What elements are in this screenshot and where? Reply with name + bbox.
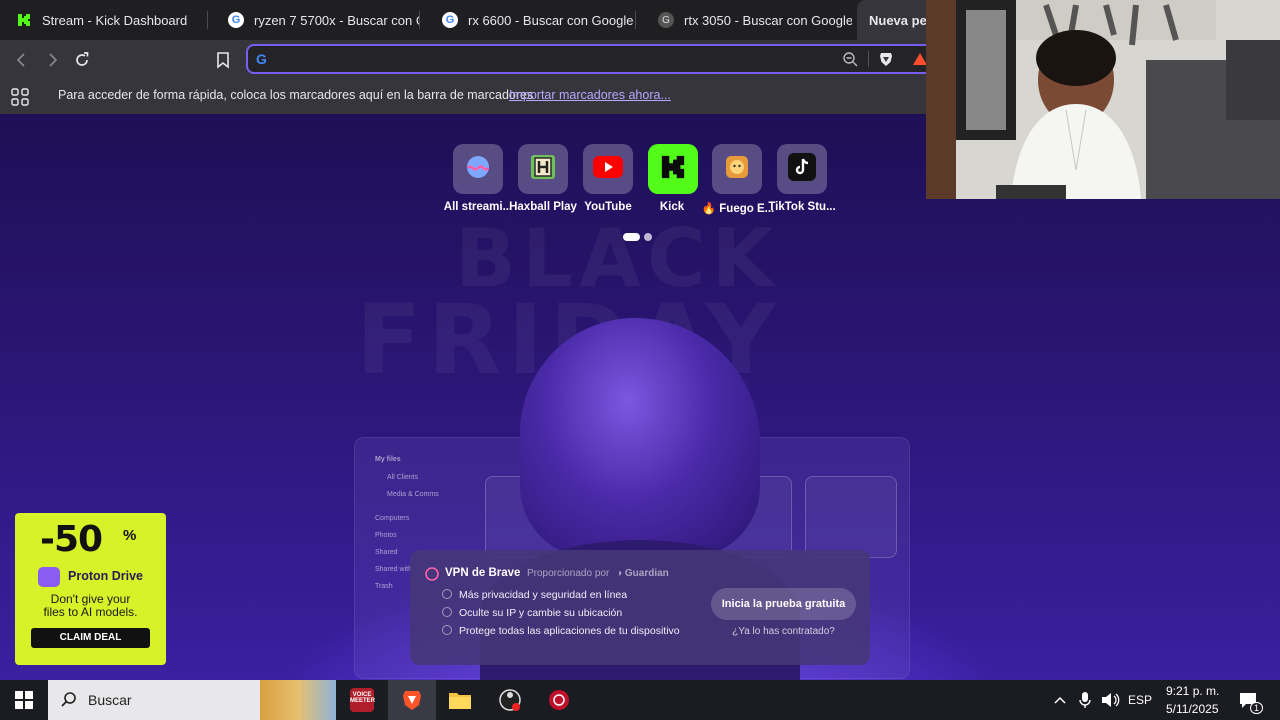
vpn-feature: Protege todas las aplicaciones de tu dis… [442, 625, 680, 637]
brave-vpn-card: VPN de Brave Proporcionado por ◑ Guardia… [410, 550, 870, 665]
files-item: My files [375, 456, 401, 463]
tab-title: rx 6600 - Buscar con Google [468, 12, 634, 28]
fuego-icon [724, 154, 750, 185]
shortcut-tiktok-studio[interactable] [777, 144, 827, 194]
check-icon [442, 607, 452, 617]
file-explorer-icon[interactable] [448, 688, 472, 712]
start-trial-button[interactable]: Inicia la prueba gratuita [711, 588, 856, 620]
promo-discount: -50 [40, 519, 103, 560]
tab-title: Stream - Kick Dashboard [42, 12, 188, 28]
tab-rx6600-search[interactable]: G rx 6600 - Buscar con Google [426, 0, 636, 40]
back-icon[interactable] [10, 48, 34, 72]
shortcut-label: TikTok Stu... [768, 201, 836, 213]
microphone-icon[interactable] [1078, 691, 1092, 714]
guardian-shield-icon: ◑ [616, 568, 623, 579]
vpn-provider-label: Proporcionado por ◑ Guardian [527, 568, 669, 579]
apps-grid-icon[interactable] [11, 88, 29, 109]
youtube-icon [593, 155, 623, 183]
vpn-shield-icon [425, 567, 439, 586]
tab-ryzen-search[interactable]: G ryzen 7 5700x - Buscar con Goo [212, 0, 420, 40]
language-indicator[interactable]: ESP [1128, 693, 1152, 707]
tab-rtx3050-search[interactable]: G rtx 3050 - Buscar con Google [642, 0, 852, 40]
clock-time[interactable]: 9:21 p. m. [1166, 684, 1219, 698]
webcam-scene [926, 0, 1280, 199]
shortcut-kick[interactable] [648, 144, 698, 194]
webcam-overlay [926, 0, 1280, 199]
shortcut-haxball[interactable] [518, 144, 568, 194]
brave-browser-icon[interactable] [400, 688, 424, 712]
promo-percent: % [123, 527, 137, 544]
tiktok-icon [788, 152, 816, 186]
files-item: Photos [375, 532, 397, 539]
shortcut-all-streaming[interactable] [453, 144, 503, 194]
forward-icon[interactable] [40, 48, 64, 72]
loading-google-icon: G [658, 12, 674, 28]
proton-drive-icon [38, 567, 60, 587]
taskbar-search[interactable]: Buscar [48, 680, 336, 720]
import-bookmarks-link[interactable]: Importar marcadores ahora... [509, 88, 671, 102]
search-highlight-image [260, 680, 336, 720]
proton-drive-ad[interactable]: -50 % Proton Drive Don't give your files… [15, 513, 166, 665]
vpn-feature: Más privacidad y seguridad en línea [442, 589, 627, 601]
notification-count: 1 [1250, 702, 1264, 714]
zoom-out-icon[interactable] [842, 51, 858, 72]
already-subscribed-link[interactable]: ¿Ya lo has contratado? [711, 626, 856, 637]
voicemeeter-line2: MEETER [350, 698, 376, 704]
reload-icon[interactable] [70, 48, 94, 72]
tab-title: rtx 3050 - Buscar con Google [684, 12, 852, 28]
vpn-provider-name: Guardian [624, 568, 669, 579]
clock-date[interactable]: 5/11/2025 [1166, 702, 1219, 716]
kick-icon [660, 154, 686, 185]
files-item: Computers [375, 515, 410, 522]
tray-overflow-icon[interactable] [1053, 693, 1067, 712]
address-bar[interactable]: G [246, 44, 946, 74]
promo-description: Don't give your files to AI models. [43, 592, 138, 619]
kick-icon [16, 12, 32, 28]
brave-shields-icon[interactable] [878, 51, 894, 72]
files-item: Shared [375, 549, 398, 556]
carousel-dot[interactable] [644, 233, 652, 241]
promo-brand: Proton Drive [68, 569, 144, 583]
check-icon [442, 625, 452, 635]
google-icon: G [442, 12, 458, 28]
volume-icon[interactable] [1100, 691, 1120, 714]
file-card [805, 476, 897, 558]
google-icon: G [228, 12, 244, 28]
search-icon [60, 691, 78, 714]
carousel-dot-active[interactable] [623, 233, 640, 241]
obs-recording-icon[interactable] [498, 688, 522, 712]
check-icon [442, 589, 452, 599]
vpn-feature: Oculte su IP y cambie su ubicación [442, 607, 622, 619]
search-label: Buscar [88, 692, 132, 708]
tab-title: ryzen 7 5700x - Buscar con Goo [254, 12, 420, 28]
windows-start-icon[interactable] [15, 691, 33, 714]
claim-deal-button[interactable]: CLAIM DEAL [31, 628, 150, 648]
google-icon: G [256, 51, 267, 67]
bookmark-icon[interactable] [211, 48, 235, 72]
files-item: Media & Comms [387, 491, 439, 498]
red-app-icon[interactable] [547, 688, 571, 712]
vpn-title: VPN de Brave [445, 567, 521, 579]
shortcut-label: Kick [659, 201, 685, 213]
shortcut-youtube[interactable] [583, 144, 633, 194]
wave-icon [464, 153, 492, 186]
voicemeeter-icon[interactable]: VOICE MEETER [350, 688, 376, 712]
address-input[interactable] [280, 49, 844, 71]
files-item: All Clients [387, 474, 419, 481]
shortcut-fuego[interactable] [712, 144, 762, 194]
haxball-icon [530, 154, 556, 185]
tab-kick-dashboard[interactable]: Stream - Kick Dashboard [0, 0, 208, 40]
files-item: Trash [375, 583, 393, 590]
bookmarks-empty-message: Para acceder de forma rápida, coloca los… [58, 88, 534, 102]
files-item: Shared with [375, 566, 412, 573]
